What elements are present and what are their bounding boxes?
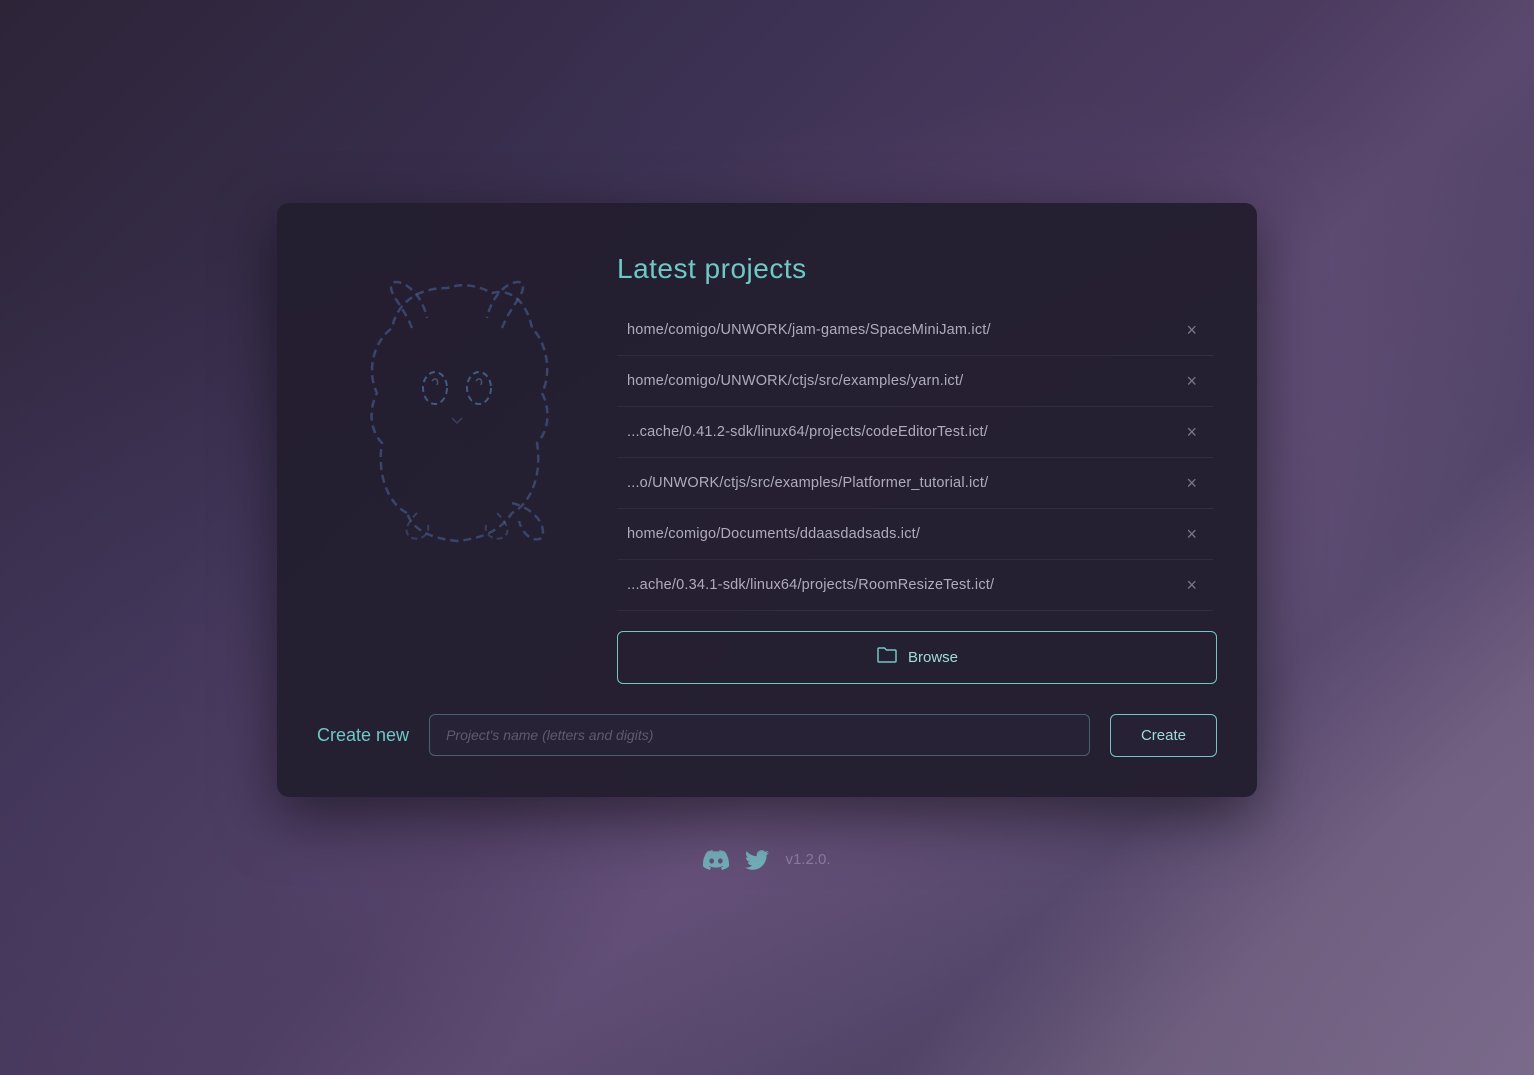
create-section: Create new Create xyxy=(317,714,1217,757)
mascot-area xyxy=(317,253,597,553)
mascot-illustration xyxy=(347,273,567,553)
project-item[interactable]: ...ache/0.34.1-sdk/linux64/projects/Room… xyxy=(617,560,1213,611)
remove-project-button[interactable]: × xyxy=(1180,370,1203,392)
remove-project-button[interactable]: × xyxy=(1180,574,1203,596)
project-name-input[interactable] xyxy=(429,714,1090,756)
version-label: v1.2.0. xyxy=(785,851,830,868)
section-title: Latest projects xyxy=(617,253,1217,285)
project-item[interactable]: ...cache/0.41.2-sdk/linux64/projects/cod… xyxy=(617,407,1213,458)
project-path: ...ache/0.34.1-sdk/linux64/projects/Room… xyxy=(627,577,994,593)
remove-project-button[interactable]: × xyxy=(1180,319,1203,341)
remove-project-button[interactable]: × xyxy=(1180,472,1203,494)
project-path: home/comigo/Documents/ddaasdadsads.ict/ xyxy=(627,526,920,542)
project-path: ...o/UNWORK/ctjs/src/examples/Platformer… xyxy=(627,475,988,491)
create-button[interactable]: Create xyxy=(1110,714,1217,757)
discord-icon xyxy=(703,847,729,873)
create-new-label: Create new xyxy=(317,725,409,746)
project-path: home/comigo/UNWORK/ctjs/src/examples/yar… xyxy=(627,373,963,389)
project-path: ...cache/0.41.2-sdk/linux64/projects/cod… xyxy=(627,424,988,440)
browse-label: Browse xyxy=(908,649,958,666)
remove-project-button[interactable]: × xyxy=(1180,523,1203,545)
main-dialog: Latest projects home/comigo/UNWORK/jam-g… xyxy=(277,203,1257,797)
folder-icon xyxy=(876,646,898,669)
project-item[interactable]: home/comigo/UNWORK/jam-games/SpaceMiniJa… xyxy=(617,305,1213,356)
project-item[interactable]: home/comigo/Documents/ddaasdadsads.ict/ × xyxy=(617,509,1213,560)
remove-project-button[interactable]: × xyxy=(1180,421,1203,443)
project-path: home/comigo/UNWORK/jam-games/SpaceMiniJa… xyxy=(627,322,991,338)
browse-button[interactable]: Browse xyxy=(617,631,1217,684)
twitter-icon xyxy=(745,848,769,872)
folder-svg xyxy=(876,646,898,664)
footer: v1.2.0. xyxy=(703,847,830,873)
project-item[interactable]: home/comigo/UNWORK/ctjs/src/examples/yar… xyxy=(617,356,1213,407)
projects-list[interactable]: home/comigo/UNWORK/jam-games/SpaceMiniJa… xyxy=(617,305,1217,611)
project-item[interactable]: ...o/UNWORK/ctjs/src/examples/Platformer… xyxy=(617,458,1213,509)
right-panel: Latest projects home/comigo/UNWORK/jam-g… xyxy=(617,253,1217,684)
